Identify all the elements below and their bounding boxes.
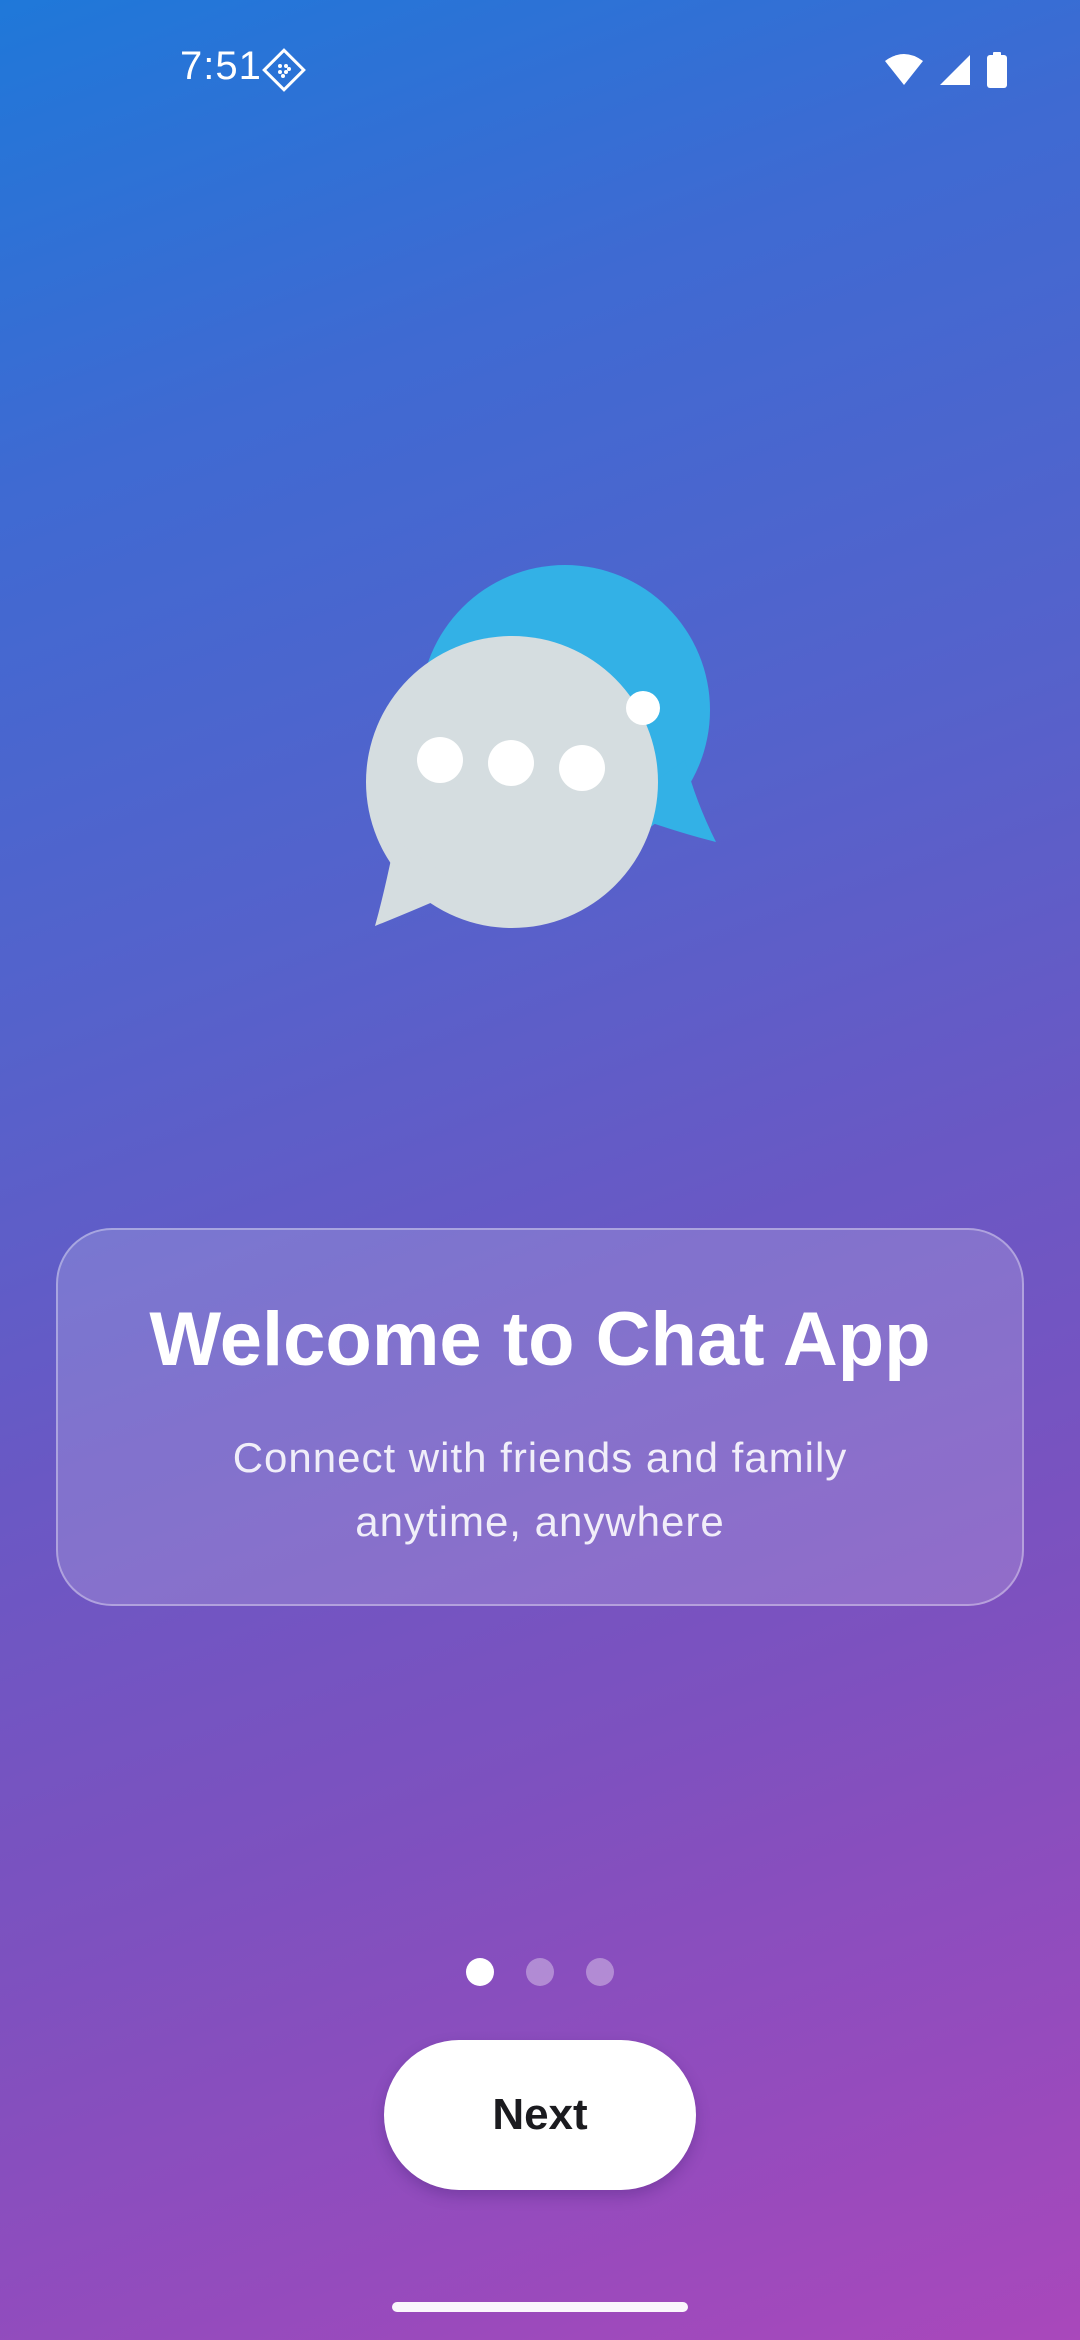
notification-diamond-icon	[262, 48, 306, 92]
typing-dot	[417, 737, 463, 783]
battery-icon	[986, 52, 1008, 93]
next-button[interactable]: Next	[384, 2040, 696, 2190]
welcome-title: Welcome to Chat App	[149, 1297, 931, 1382]
status-bar: 7:51	[0, 0, 1080, 140]
page-dot-1	[466, 1958, 494, 1986]
welcome-card: Welcome to Chat App Connect with friends…	[56, 1228, 1024, 1606]
typing-dot	[559, 745, 605, 791]
home-indicator[interactable]	[392, 2302, 688, 2312]
status-time: 7:51	[180, 44, 262, 88]
page-indicator	[0, 1958, 1080, 1986]
typing-dot	[488, 740, 534, 786]
page-dot-3	[586, 1958, 614, 1986]
system-icons	[884, 52, 1008, 93]
cellular-signal-icon	[938, 53, 972, 92]
wifi-icon	[884, 53, 924, 92]
welcome-subtitle: Connect with friends and family anytime,…	[232, 1434, 848, 1545]
chat-bubbles-icon	[355, 560, 735, 940]
page-dot-2	[526, 1958, 554, 1986]
back-bubble-dot	[626, 691, 660, 725]
